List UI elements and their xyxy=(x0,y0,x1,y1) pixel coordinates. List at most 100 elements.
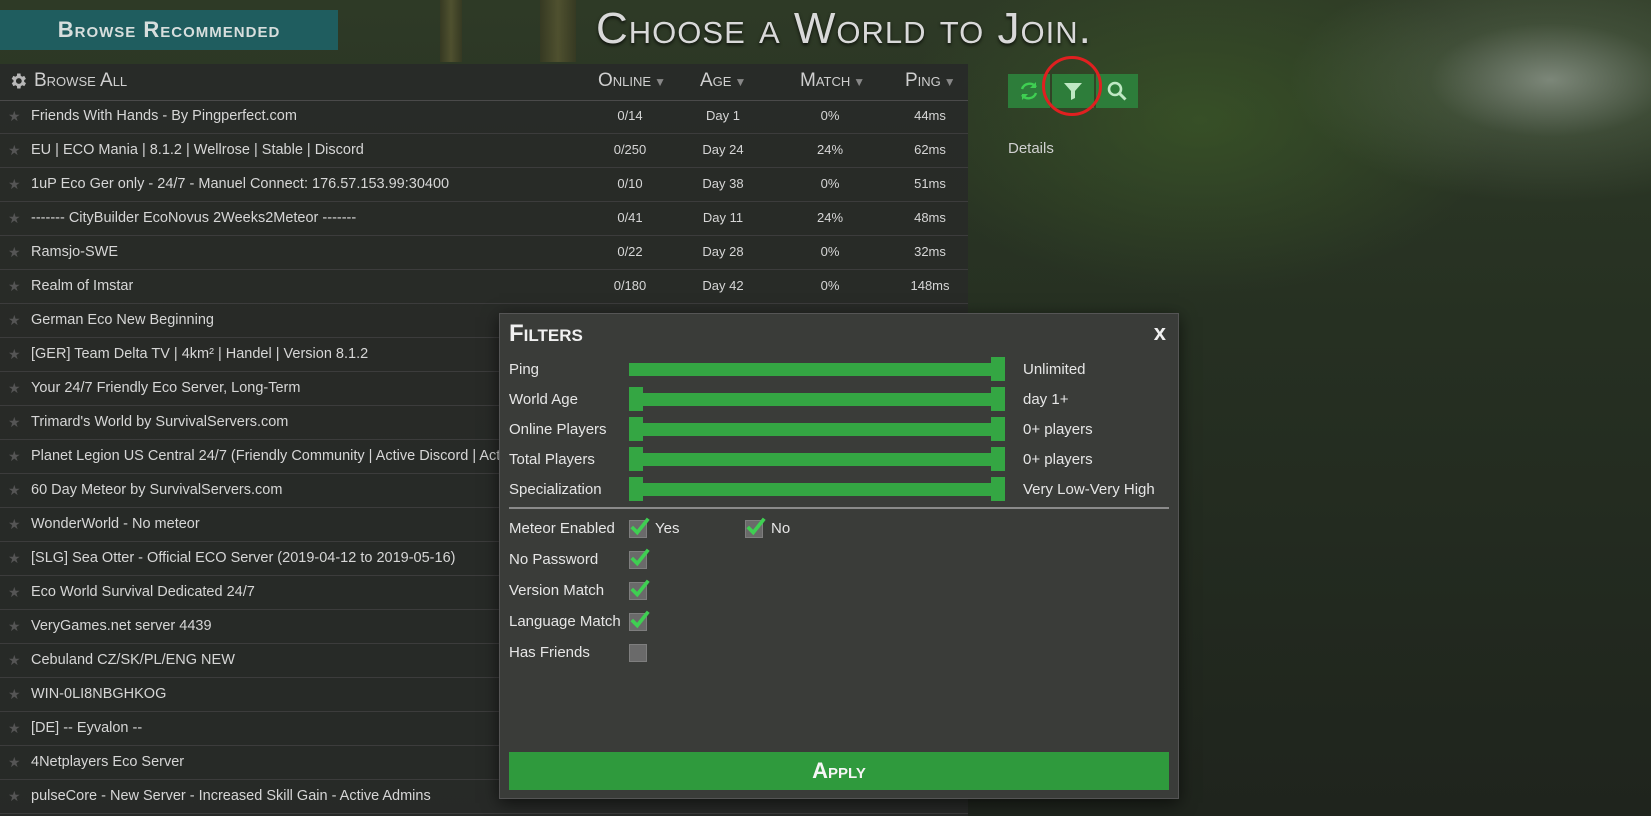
slider-track[interactable] xyxy=(629,423,1005,436)
star-icon[interactable]: ★ xyxy=(8,177,22,191)
version-match-checkbox[interactable] xyxy=(629,579,650,600)
browse-all-label: Browse All xyxy=(34,70,128,91)
meteor-yes-checkbox[interactable] xyxy=(629,517,650,538)
star-icon[interactable]: ★ xyxy=(8,347,22,361)
chevron-down-icon: ▼ xyxy=(943,75,956,89)
star-icon[interactable]: ★ xyxy=(8,551,22,565)
slider-handle[interactable] xyxy=(629,387,643,411)
table-row[interactable]: ★ EU | ECO Mania | 8.1.2 | Wellrose | Sta… xyxy=(0,134,968,168)
server-age: Day 11 xyxy=(702,210,744,225)
server-online: 0/180 xyxy=(613,278,647,293)
checkmark-icon xyxy=(630,579,650,598)
gear-icon xyxy=(11,73,27,89)
star-icon[interactable]: ★ xyxy=(8,687,22,701)
star-icon[interactable]: ★ xyxy=(8,211,22,225)
slider-track[interactable] xyxy=(629,393,1005,406)
browse-all-tab[interactable]: Browse All xyxy=(8,70,127,92)
filter-value: Unlimited xyxy=(1023,361,1086,378)
server-match: 24% xyxy=(816,210,844,225)
divider xyxy=(509,507,1169,509)
language-match-label: Language Match xyxy=(509,613,621,630)
star-icon[interactable]: ★ xyxy=(8,313,22,327)
slider-handle[interactable] xyxy=(991,447,1005,471)
star-icon[interactable]: ★ xyxy=(8,755,22,769)
server-match: 0% xyxy=(820,278,840,293)
page-title: Choose a World to Join. xyxy=(596,4,1092,53)
column-ping[interactable]: Ping ▼ xyxy=(905,70,956,92)
dialog-title: Filters xyxy=(509,320,583,347)
chevron-down-icon: ▼ xyxy=(853,75,866,89)
star-icon[interactable]: ★ xyxy=(8,245,22,259)
star-icon[interactable]: ★ xyxy=(8,109,22,123)
server-name: German Eco New Beginning xyxy=(31,312,214,328)
slider-handle[interactable] xyxy=(991,477,1005,501)
checkmark-icon xyxy=(630,610,650,629)
server-name: EU | ECO Mania | 8.1.2 | Wellrose | Stab… xyxy=(31,142,364,158)
slider-track[interactable] xyxy=(629,453,1005,466)
star-icon[interactable]: ★ xyxy=(8,381,22,395)
server-name: [GER] Team Delta TV | 4km² | Handel | Ve… xyxy=(31,346,369,362)
slider-handle[interactable] xyxy=(629,447,643,471)
apply-button[interactable]: Apply xyxy=(509,752,1169,790)
star-icon[interactable]: ★ xyxy=(8,653,22,667)
checkmark-icon xyxy=(630,517,650,536)
server-name: Cebuland CZ/SK/PL/ENG NEW xyxy=(31,652,235,668)
browse-recommended-button[interactable]: Browse Recommended xyxy=(0,10,338,50)
server-online: 0/41 xyxy=(617,210,643,225)
slider-track[interactable] xyxy=(629,363,1005,376)
column-match[interactable]: Match ▼ xyxy=(800,70,865,92)
server-match: 0% xyxy=(820,244,840,259)
server-name: VeryGames.net server 4439 xyxy=(31,618,212,634)
server-ping: 44ms xyxy=(914,108,946,123)
search-button[interactable] xyxy=(1096,74,1138,108)
server-age: Day 42 xyxy=(702,278,744,293)
search-icon xyxy=(1107,81,1127,101)
server-name: 1uP Eco Ger only - 24/7 - Manuel Connect… xyxy=(31,176,450,192)
column-age[interactable]: Age ▼ xyxy=(700,70,746,92)
star-icon[interactable]: ★ xyxy=(8,415,22,429)
star-icon[interactable]: ★ xyxy=(8,143,22,157)
server-online: 0/10 xyxy=(617,176,643,191)
star-icon[interactable]: ★ xyxy=(8,279,22,293)
no-password-checkbox[interactable] xyxy=(629,548,650,569)
filter-label: Ping xyxy=(509,361,540,378)
star-icon[interactable]: ★ xyxy=(8,619,22,633)
has-friends-checkbox[interactable] xyxy=(629,644,647,662)
slider-handle[interactable] xyxy=(629,417,643,441)
server-match: 0% xyxy=(820,176,840,191)
table-row[interactable]: ★ ------- CityBuilder EcoNovus 2Weeks2Met… xyxy=(0,202,968,236)
table-row[interactable]: ★ Ramsjo-SWE 0/22 Day 28 0% 32ms xyxy=(0,236,968,270)
server-name: Realm of Imstar xyxy=(31,278,134,294)
server-ping: 48ms xyxy=(914,210,946,225)
star-icon[interactable]: ★ xyxy=(8,721,22,735)
star-icon[interactable]: ★ xyxy=(8,585,22,599)
slider-handle[interactable] xyxy=(991,387,1005,411)
star-icon[interactable]: ★ xyxy=(8,449,22,463)
filters-dialog: Filters x Ping Unlimited World Age day 1+ On… xyxy=(499,313,1179,799)
server-name: Ramsjo-SWE xyxy=(31,244,119,260)
filter-row: Specialization Very Low-Very High xyxy=(509,475,1169,505)
star-icon[interactable]: ★ xyxy=(8,789,22,803)
filter-row: Total Players 0+ players xyxy=(509,445,1169,475)
server-age: Day 38 xyxy=(702,176,744,191)
slider-handle[interactable] xyxy=(991,417,1005,441)
table-row[interactable]: ★ 1uP Eco Ger only - 24/7 - Manuel Connec… xyxy=(0,168,968,202)
server-name: 60 Day Meteor by SurvivalServers.com xyxy=(31,482,283,498)
server-online: 0/22 xyxy=(617,244,643,259)
server-name: Your 24/7 Friendly Eco Server, Long-Term xyxy=(31,380,301,396)
server-ping: 62ms xyxy=(914,142,946,157)
star-icon[interactable]: ★ xyxy=(8,483,22,497)
language-match-checkbox[interactable] xyxy=(629,610,650,631)
table-row[interactable]: ★ Realm of Imstar 0/180 Day 42 0% 148ms xyxy=(0,270,968,304)
column-online[interactable]: Online ▼ xyxy=(598,70,666,92)
chevron-down-icon: ▼ xyxy=(654,75,666,89)
meteor-no-checkbox[interactable] xyxy=(745,517,766,538)
star-icon[interactable]: ★ xyxy=(8,517,22,531)
server-age: Day 1 xyxy=(706,108,740,123)
slider-handle[interactable] xyxy=(991,357,1005,381)
close-button[interactable]: x xyxy=(1154,320,1166,346)
table-row[interactable]: ★ Friends With Hands - By Pingperfect.com… xyxy=(0,100,968,134)
slider-handle[interactable] xyxy=(629,477,643,501)
checkmark-icon xyxy=(630,548,650,567)
slider-track[interactable] xyxy=(629,483,1005,496)
